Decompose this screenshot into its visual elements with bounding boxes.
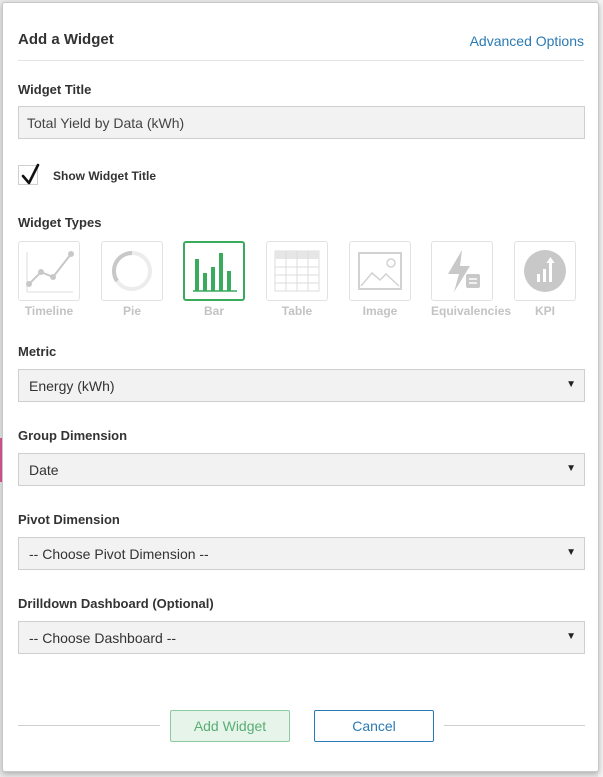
widget-type-table[interactable] xyxy=(266,241,328,301)
caret-down-icon: ▼ xyxy=(566,547,576,558)
widget-type-label: Timeline xyxy=(24,304,74,318)
widget-types-label: Widget Types xyxy=(18,215,102,230)
metric-value: Energy (kWh) xyxy=(29,378,115,394)
drilldown-label: Drilldown Dashboard (Optional) xyxy=(18,596,214,611)
footer-divider-left xyxy=(18,725,160,726)
drilldown-select[interactable]: -- Choose Dashboard -- ▼ xyxy=(18,621,585,654)
kpi-icon xyxy=(524,250,566,292)
lightning-icon xyxy=(448,250,480,292)
metric-select[interactable]: Energy (kWh) ▼ xyxy=(18,369,585,402)
show-title-label: Show Widget Title xyxy=(53,169,157,183)
widget-type-label: KPI xyxy=(534,304,555,318)
cancel-button[interactable]: Cancel xyxy=(314,710,434,742)
footer-divider-right xyxy=(444,725,585,726)
checkmark-icon xyxy=(21,163,40,185)
caret-down-icon: ▼ xyxy=(566,631,576,642)
group-dimension-select[interactable]: Date ▼ xyxy=(18,453,585,486)
drilldown-value: -- Choose Dashboard -- xyxy=(29,630,177,646)
widget-type-label: Equivalencies xyxy=(431,304,512,318)
dialog-title: Add a Widget xyxy=(18,31,114,48)
table-icon xyxy=(274,250,320,292)
image-icon xyxy=(358,252,402,290)
widget-type-label: Pie xyxy=(122,304,141,318)
add-widget-button[interactable]: Add Widget xyxy=(170,710,290,742)
pivot-dimension-value: -- Choose Pivot Dimension -- xyxy=(29,546,209,562)
advanced-options-link[interactable]: Advanced Options xyxy=(470,33,584,49)
widget-type-kpi[interactable] xyxy=(514,241,576,301)
caret-down-icon: ▼ xyxy=(566,463,576,474)
widget-title-input[interactable] xyxy=(18,106,585,139)
pie-chart-icon xyxy=(111,250,152,291)
widget-type-pie[interactable] xyxy=(101,241,163,301)
add-widget-dialog: Add a Widget Advanced Options Widget Tit… xyxy=(2,2,599,772)
group-dimension-label: Group Dimension xyxy=(18,428,128,443)
header-divider xyxy=(18,60,584,61)
metric-label: Metric xyxy=(18,344,57,359)
widget-type-bar[interactable] xyxy=(183,241,245,301)
widget-type-timeline[interactable] xyxy=(18,241,80,301)
widget-type-equivalencies[interactable] xyxy=(431,241,493,301)
widget-type-label: Image xyxy=(362,304,398,318)
widget-type-label: Table xyxy=(281,304,313,318)
pivot-dimension-select[interactable]: -- Choose Pivot Dimension -- ▼ xyxy=(18,537,585,570)
show-title-checkbox[interactable] xyxy=(18,163,40,185)
widget-type-image[interactable] xyxy=(349,241,411,301)
pivot-dimension-label: Pivot Dimension xyxy=(18,512,120,527)
group-dimension-value: Date xyxy=(29,462,59,478)
line-chart-icon xyxy=(26,251,74,293)
widget-type-label: Bar xyxy=(203,304,224,318)
widget-title-label: Widget Title xyxy=(18,82,92,97)
caret-down-icon: ▼ xyxy=(566,379,576,390)
bar-chart-icon xyxy=(193,253,237,292)
